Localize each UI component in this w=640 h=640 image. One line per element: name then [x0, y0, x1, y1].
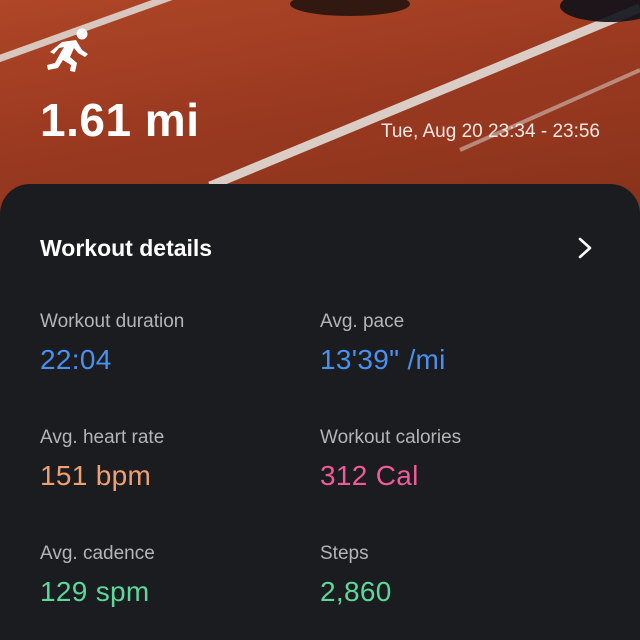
metric-workout-duration: Workout duration 22:04 — [40, 310, 300, 378]
running-person-icon — [47, 28, 88, 72]
metric-avg-pace: Avg. pace 13'39" /mi — [320, 310, 580, 378]
metric-avg-heart-rate: Avg. heart rate 151 bpm — [40, 426, 300, 494]
metric-steps: Steps 2,860 — [320, 542, 580, 610]
metric-value: 129 spm — [40, 576, 150, 607]
metric-avg-cadence: Avg. cadence 129 spm — [40, 542, 300, 610]
metric-label: Avg. heart rate — [40, 427, 165, 448]
card-title: Workout details — [40, 235, 213, 261]
metric-label: Workout calories — [320, 427, 462, 448]
metric-label: Avg. pace — [320, 311, 405, 332]
metric-value: 13'39" /mi — [320, 344, 446, 375]
metric-value: 312 Cal — [320, 460, 419, 491]
metric-label: Avg. cadence — [40, 543, 155, 564]
metric-value: 22:04 — [40, 344, 112, 375]
metric-label: Workout duration — [40, 311, 185, 332]
chevron-right-icon[interactable] — [574, 236, 596, 260]
metric-workout-calories: Workout calories 312 Cal — [320, 426, 580, 494]
workout-details-header[interactable]: Workout details — [40, 232, 600, 264]
metric-value: 2,860 — [320, 576, 392, 607]
distance-value: 1.61 mi — [40, 94, 200, 146]
workout-date-range: Tue, Aug 20 23:34 - 23:56 — [380, 121, 600, 142]
metric-label: Steps — [320, 543, 369, 564]
metric-value: 151 bpm — [40, 460, 152, 491]
workout-summary-screen: 1.61 mi Tue, Aug 20 23:34 - 23:56 Workou… — [0, 0, 640, 640]
